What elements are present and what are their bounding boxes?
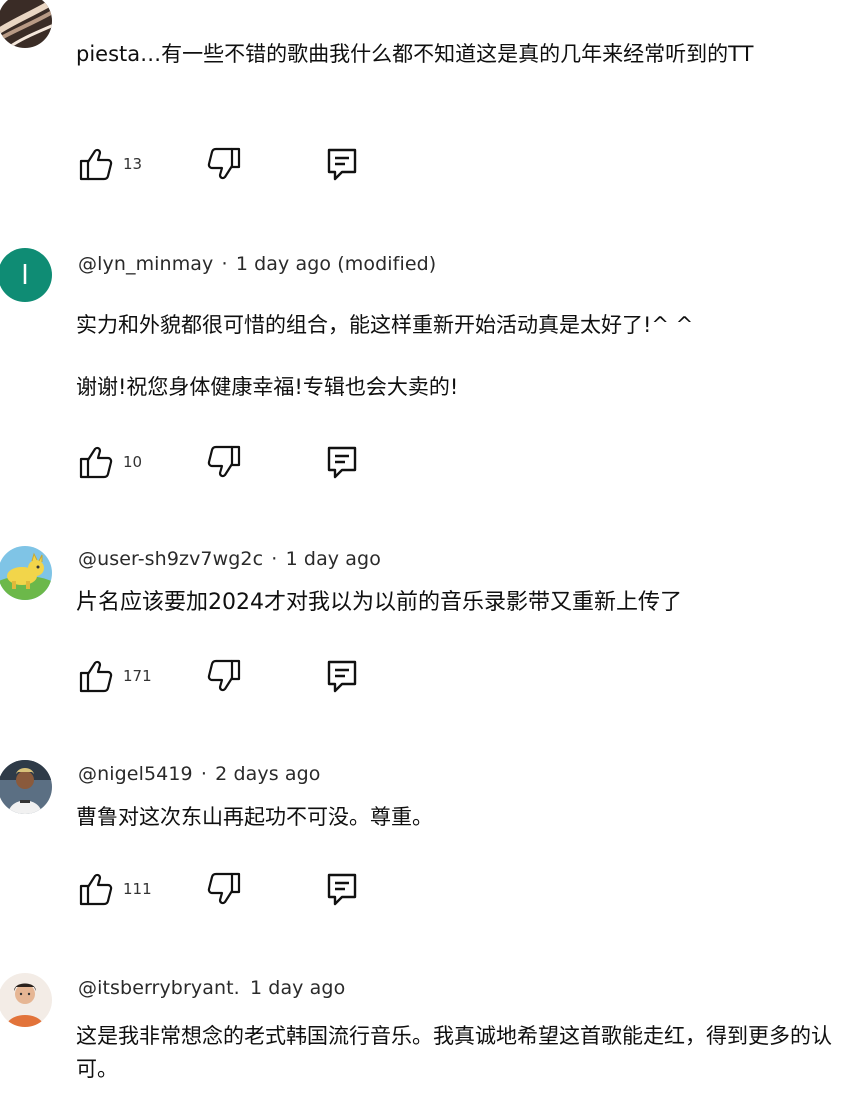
avatar[interactable]	[0, 973, 52, 1027]
thumbs-up-icon	[79, 873, 113, 906]
avatar-letter: l	[21, 259, 29, 290]
author-handle[interactable]: @lyn_minmay	[78, 253, 213, 275]
avatar[interactable]	[0, 760, 52, 814]
comment-actions: 13	[78, 146, 378, 186]
comment-text: 曹鲁对这次东山再起功不可没。尊重。	[76, 801, 836, 834]
comment-actions: 171	[78, 658, 378, 698]
dislike-button[interactable]	[206, 444, 242, 480]
like-count: 171	[123, 667, 152, 685]
thumbs-down-icon	[207, 872, 241, 905]
avatar[interactable]: l	[0, 248, 52, 302]
comment-header: @itsberrybryant. 1 day ago	[78, 977, 345, 999]
like-count: 13	[123, 155, 143, 173]
like-button[interactable]: 111	[78, 871, 152, 907]
comment-paragraph: 片名应该要加2024才对我以为以前的音乐录影带又重新上传了	[76, 590, 682, 615]
avatar[interactable]	[0, 546, 52, 600]
dislike-button[interactable]	[206, 146, 242, 182]
comment-header: @user-sh9zv7wg2c · 1 day ago	[78, 548, 381, 570]
reply-button[interactable]	[324, 146, 360, 182]
comment-timestamp[interactable]: 1 day ago	[250, 977, 345, 999]
thumbs-down-icon	[207, 659, 241, 692]
comment-timestamp[interactable]: 1 day ago	[286, 548, 381, 570]
comment-paragraph: 谢谢!祝您身体健康幸福!专辑也会大卖的!	[76, 375, 459, 399]
comment-paragraph: 这是我非常想念的老式韩国流行音乐。我真诚地希望这首歌能走红，得到更多的认可。	[76, 1024, 832, 1081]
like-button[interactable]: 13	[78, 146, 142, 182]
separator-dot: ·	[200, 763, 207, 785]
thumbs-down-icon	[207, 147, 241, 180]
cartoon-animal-avatar-icon	[0, 546, 52, 600]
reply-button[interactable]	[324, 871, 360, 907]
comment-text: 实力和外貌都很可惜的组合，能这样重新开始活动真是太好了!^ ^ 谢谢!祝您身体健…	[76, 309, 836, 404]
reply-button[interactable]	[324, 444, 360, 480]
comment-paragraph: 实力和外貌都很可惜的组合，能这样重新开始活动真是太好了!^ ^	[76, 313, 694, 337]
avatar[interactable]	[0, 0, 52, 48]
separator-dot: ·	[221, 253, 234, 275]
comment-paragraph: 曹鲁对这次东山再起功不可没。尊重。	[76, 805, 433, 829]
comment-paragraph: piesta…有一些不错的歌曲我什么都不知道这是真的几年来经常听到的TT	[76, 42, 754, 66]
player-photo-avatar-icon	[0, 760, 52, 814]
comment-text: piesta…有一些不错的歌曲我什么都不知道这是真的几年来经常听到的TT	[76, 38, 836, 71]
comment-text: 这是我非常想念的老式韩国流行音乐。我真诚地希望这首歌能走红，得到更多的认可。	[76, 1020, 836, 1086]
comment-timestamp[interactable]: 1 day ago (modified)	[236, 253, 437, 275]
author-handle[interactable]: @itsberrybryant.	[78, 977, 240, 999]
person-photo-avatar-icon	[0, 973, 52, 1027]
comment-header: @nigel5419 · 2 days ago	[78, 763, 320, 785]
author-handle[interactable]: @user-sh9zv7wg2c	[78, 548, 263, 570]
thumbs-up-icon	[79, 660, 113, 693]
reply-comment-icon	[327, 873, 357, 906]
dislike-button[interactable]	[206, 871, 242, 907]
reply-button[interactable]	[324, 658, 360, 694]
comment-actions: 10	[78, 444, 378, 484]
reply-comment-icon	[327, 660, 357, 693]
like-button[interactable]: 171	[78, 658, 152, 694]
like-count: 111	[123, 880, 152, 898]
reply-comment-icon	[327, 148, 357, 181]
comment-actions: 111	[78, 871, 378, 911]
comment-header: @lyn_minmay · 1 day ago (modified)	[78, 253, 436, 275]
thumbs-down-icon	[207, 445, 241, 478]
separator-dot: ·	[271, 548, 284, 570]
like-count: 10	[123, 453, 143, 471]
comment-timestamp[interactable]: 2 days ago	[215, 763, 320, 785]
like-button[interactable]: 10	[78, 444, 142, 480]
dislike-button[interactable]	[206, 658, 242, 694]
swirl-photo-avatar-icon	[0, 0, 52, 48]
thumbs-up-icon	[79, 148, 113, 181]
comment-text: 片名应该要加2024才对我以为以前的音乐录影带又重新上传了	[76, 586, 836, 619]
reply-comment-icon	[327, 446, 357, 479]
author-handle[interactable]: @nigel5419	[78, 763, 193, 785]
thumbs-up-icon	[79, 446, 113, 479]
